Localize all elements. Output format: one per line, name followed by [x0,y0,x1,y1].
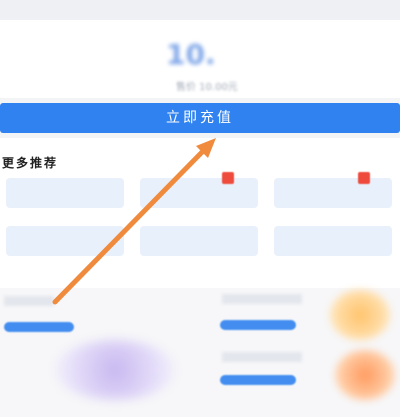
promo-text [222,294,302,304]
recommend-tile[interactable] [6,178,124,208]
recommend-tile[interactable] [6,226,124,256]
recommend-tile[interactable] [274,226,392,256]
recommend-title: 更多推荐 [2,156,59,170]
promo-text [4,296,54,306]
amount-card: 10. 售价 10.00元 [0,20,400,98]
promo-image [335,350,395,400]
recommend-tile[interactable] [140,178,258,208]
top-header [0,0,400,20]
recharge-amount: 10. [166,38,216,71]
promo-button[interactable] [220,375,296,385]
promo-button[interactable] [220,320,296,330]
promo-button[interactable] [4,322,74,332]
price-text: 售价 10.00元 [176,82,238,93]
promo-badge [358,172,370,184]
recommend-tile[interactable] [274,178,392,208]
recharge-now-button[interactable]: 立即充值 [0,103,400,133]
promo-badge [222,172,234,184]
promo-image [55,340,175,400]
promo-text [222,352,302,362]
recommend-section: 更多推荐 [0,138,400,288]
recommend-tile[interactable] [140,226,258,256]
promo-image [330,290,390,340]
